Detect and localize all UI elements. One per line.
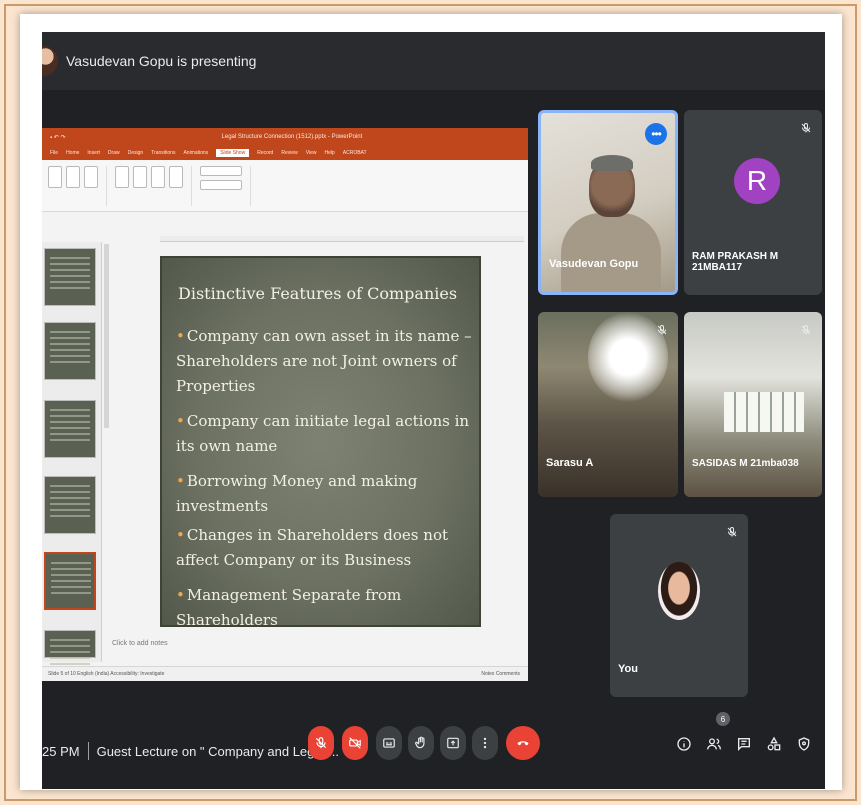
ppt-tab: Animations xyxy=(183,150,209,156)
participant-name: Sarasu A xyxy=(546,457,594,469)
ppt-tab: Slide Show xyxy=(216,149,250,157)
ppt-tab: File xyxy=(50,150,59,156)
captions-icon xyxy=(383,738,395,748)
camera-toggle-button[interactable] xyxy=(342,726,368,760)
save-icon: ▪ ↶ ↷ xyxy=(50,134,66,141)
meet-window: Vasudevan Gopu is presenting ▪ ↶ ↷ Legal… xyxy=(42,32,825,789)
people-icon xyxy=(707,738,721,750)
people-button[interactable] xyxy=(704,734,724,754)
hang-up-icon xyxy=(517,741,529,746)
ppt-tab: Design xyxy=(127,150,144,156)
meeting-title: Guest Lecture on " Company and Legal ... xyxy=(96,743,339,759)
meeting-details-button[interactable] xyxy=(674,734,694,754)
captions-button[interactable] xyxy=(376,726,402,760)
more-options-button[interactable]: ••• xyxy=(645,123,667,145)
more-vert-icon xyxy=(483,737,487,749)
video-person-hair xyxy=(591,155,633,171)
mic-off-icon xyxy=(315,737,327,749)
meeting-time: 25 PM xyxy=(42,743,80,759)
participant-tile-sarasu[interactable]: Sarasu A xyxy=(538,312,678,497)
shapes-icon xyxy=(767,736,781,751)
chat-icon xyxy=(738,738,750,751)
mic-off-icon xyxy=(724,524,740,540)
camera-off-icon xyxy=(349,737,361,749)
end-call-button[interactable] xyxy=(506,726,540,760)
presenter-avatar xyxy=(42,46,58,76)
ppt-tab: Insert xyxy=(87,150,100,156)
activities-button[interactable] xyxy=(764,734,784,754)
ppt-statusbar: Slide 5 of 10 English (India) Accessibil… xyxy=(42,666,528,681)
presenter-bar: Vasudevan Gopu is presenting xyxy=(42,32,825,90)
slide-title: Distinctive Features of Companies xyxy=(178,284,458,303)
participant-name: You xyxy=(618,663,638,675)
divider xyxy=(87,742,89,760)
mic-off-icon xyxy=(654,322,670,338)
ppt-doc-title: Legal Structure Connection (1512).pptx -… xyxy=(221,134,363,140)
hand-icon xyxy=(415,736,425,749)
participant-name: Vasudevan Gopu xyxy=(549,258,639,270)
status-right: Notes Comments xyxy=(481,671,520,677)
slide-bullets: • Company can own asset in its name – Sha… xyxy=(176,324,476,643)
ppt-tab: Help xyxy=(324,150,335,156)
slide-thumbnail-selected xyxy=(44,552,96,610)
host-controls-button[interactable] xyxy=(794,734,814,754)
slide-bullet: • Changes in Shareholders does not affect… xyxy=(176,526,448,569)
ppt-tab: Home xyxy=(66,150,80,156)
slide-bullet: • Borrowing Money and making investments xyxy=(176,472,418,515)
slide-thumbnail xyxy=(44,248,96,306)
ppt-tab: Record xyxy=(257,150,274,156)
avatar: R xyxy=(734,158,780,204)
participant-name: SASIDAS M 21mba038 xyxy=(692,458,799,469)
participant-tile-ram[interactable]: R RAM PRAKASH M 21MBA117 xyxy=(684,110,822,295)
ppt-tab: View xyxy=(305,150,317,156)
ppt-tab: Transitions xyxy=(151,150,176,156)
more-options-button[interactable] xyxy=(472,726,498,760)
thumbnail-scrollbar xyxy=(104,244,109,428)
ppt-tab: ACROBAT xyxy=(342,150,367,156)
people-count-badge: 6 xyxy=(716,712,730,726)
info-icon xyxy=(677,737,691,751)
slide-thumbnail xyxy=(44,400,96,458)
meeting-info: 25 PM Guest Lecture on " Company and Leg… xyxy=(42,742,339,760)
participant-name: RAM PRAKASH M 21MBA117 xyxy=(692,251,779,273)
participant-tile-vasudevan[interactable]: ••• Vasudevan Gopu xyxy=(538,110,678,295)
slide-thumbnail xyxy=(44,476,96,534)
mic-off-icon xyxy=(798,322,814,338)
status-left: Slide 5 of 10 English (India) Accessibil… xyxy=(48,671,165,677)
present-button[interactable] xyxy=(440,726,466,760)
ppt-tab: Draw xyxy=(107,150,120,156)
video-person-body xyxy=(561,213,661,292)
shared-screen[interactable]: ▪ ↶ ↷ Legal Structure Connection (1512).… xyxy=(42,128,528,681)
ppt-titlebar: ▪ ↶ ↷ Legal Structure Connection (1512).… xyxy=(42,128,528,146)
chat-button[interactable] xyxy=(734,734,754,754)
slide-thumbnail xyxy=(44,322,96,380)
ruler xyxy=(160,236,524,242)
slide-bullet: • Management Separate from Shareholders xyxy=(176,586,402,629)
slide-canvas: Distinctive Features of Companies • Compa… xyxy=(160,256,481,629)
participant-tile-you[interactable]: You xyxy=(610,514,748,697)
slide-bullet: • Company can initiate legal actions in i… xyxy=(176,412,470,455)
notes-placeholder: Click to add notes xyxy=(112,640,168,647)
slide-thumbnail xyxy=(44,630,96,675)
slide-bullet: • Company can own asset in its name – Sha… xyxy=(176,327,472,395)
raise-hand-button[interactable] xyxy=(408,726,434,760)
ppt-tab: Review xyxy=(281,150,298,156)
mic-off-icon xyxy=(798,120,814,136)
video-window xyxy=(724,392,804,432)
ppt-ribbon-tabs: File Home Insert Draw Design Transitions Anima… xyxy=(42,146,528,160)
avatar xyxy=(658,562,700,620)
presenter-label: Vasudevan Gopu is presenting xyxy=(66,53,257,69)
mic-toggle-button[interactable] xyxy=(308,726,334,760)
lock-person-icon xyxy=(798,737,810,751)
slide-thumbnails xyxy=(42,242,102,675)
participant-tile-sasidas[interactable]: SASIDAS M 21mba038 xyxy=(684,312,822,497)
ppt-ribbon xyxy=(42,160,528,212)
present-icon xyxy=(447,737,459,749)
